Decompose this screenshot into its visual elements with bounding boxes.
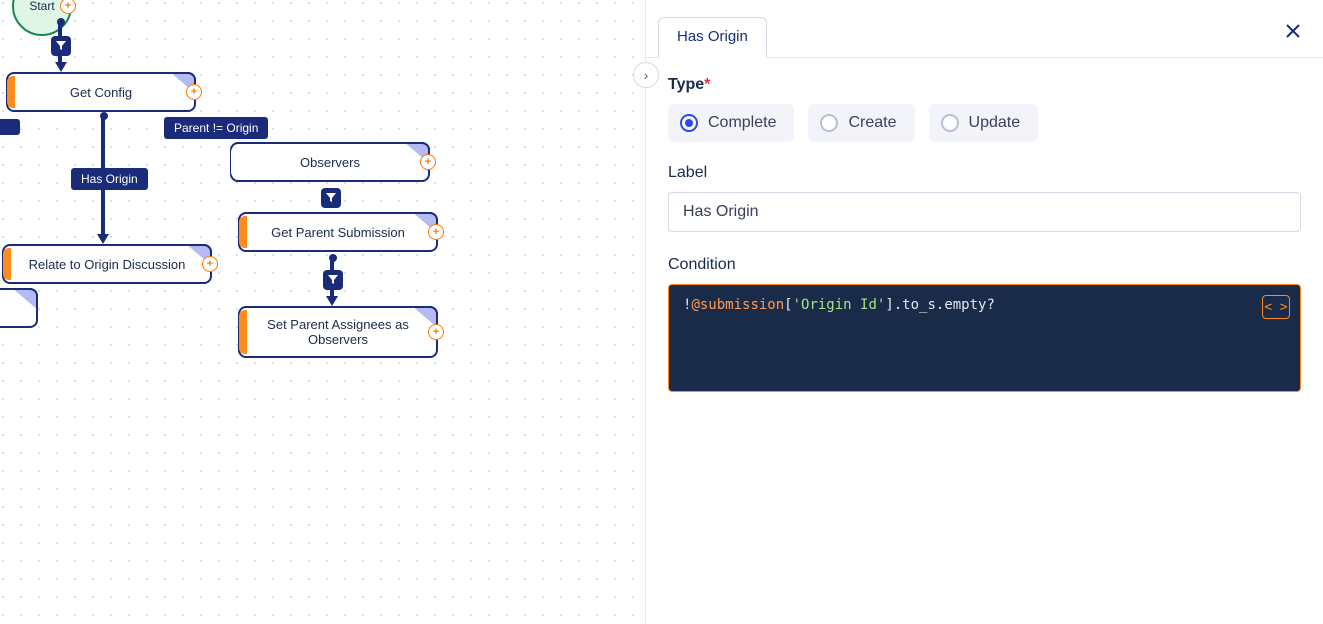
radio-icon — [820, 114, 838, 132]
type-label: Type* — [668, 76, 1301, 94]
plus-icon[interactable]: + — [428, 224, 444, 240]
radio-icon — [680, 114, 698, 132]
node-status-bar — [231, 146, 239, 178]
type-option-label: Update — [969, 114, 1021, 132]
code-toggle-button[interactable]: < > — [1262, 295, 1290, 319]
node-observers[interactable]: Observers + — [230, 142, 430, 182]
type-option-complete[interactable]: Complete — [668, 104, 794, 142]
node-label: Set Parent Assignees as Observers — [258, 317, 418, 347]
close-icon[interactable] — [1285, 22, 1301, 45]
type-label-text: Type — [668, 76, 704, 93]
node-status-bar — [3, 248, 11, 280]
node-partial[interactable] — [0, 288, 38, 328]
type-option-create[interactable]: Create — [808, 104, 914, 142]
label-input[interactable] — [668, 192, 1301, 232]
node-set-parent-assignees[interactable]: Set Parent Assignees as Observers + — [238, 306, 438, 358]
chevron-right-icon: › — [644, 67, 649, 83]
app-root: Start + Get Config + Has Origin Relate t… — [0, 0, 1323, 624]
node-status-bar — [7, 76, 15, 108]
condition-code-editor[interactable]: !@submission['Origin Id'].to_s.empty? < … — [668, 284, 1301, 392]
code-token: [ — [784, 297, 792, 313]
node-label: Relate to Origin Discussion — [29, 257, 186, 272]
node-stub — [0, 119, 20, 135]
panel-body: Type* Complete Create Update Label Condi… — [646, 58, 1323, 412]
plus-icon[interactable]: + — [428, 324, 444, 340]
plus-icon[interactable]: + — [202, 256, 218, 272]
connector-label-parent-not-origin[interactable]: Parent != Origin — [164, 117, 268, 139]
condition-label: Condition — [668, 256, 1301, 274]
plus-icon[interactable]: + — [420, 154, 436, 170]
filter-icon[interactable] — [321, 188, 341, 208]
code-token: 'Origin Id' — [793, 297, 886, 313]
node-get-config[interactable]: Get Config + — [6, 72, 196, 112]
node-status-bar — [239, 216, 247, 248]
code-token: ].to_s.empty? — [885, 297, 995, 313]
arrow-head-icon — [55, 62, 67, 72]
properties-panel: › Has Origin Type* Complete Create — [646, 0, 1323, 624]
arrow-head-icon — [326, 296, 338, 306]
type-option-update[interactable]: Update — [929, 104, 1039, 142]
required-asterisk: * — [704, 76, 710, 93]
label-field-label: Label — [668, 164, 1301, 182]
tab-bar: Has Origin — [646, 0, 1323, 58]
type-radio-group: Complete Create Update — [668, 104, 1301, 142]
workflow-canvas[interactable]: Start + Get Config + Has Origin Relate t… — [0, 0, 646, 624]
panel-collapse-handle[interactable]: › — [633, 62, 659, 88]
code-icon: < > — [1264, 300, 1287, 315]
connector-line — [330, 258, 334, 270]
type-option-label: Complete — [708, 114, 776, 132]
connector-label-has-origin[interactable]: Has Origin — [71, 168, 148, 190]
node-label: Get Parent Submission — [271, 225, 405, 240]
node-label: Observers — [300, 155, 360, 170]
plus-icon[interactable]: + — [186, 84, 202, 100]
node-corner — [12, 288, 38, 310]
tab-has-origin[interactable]: Has Origin — [658, 17, 767, 58]
arrow-head-icon — [97, 234, 109, 244]
filter-icon[interactable] — [323, 270, 343, 290]
node-get-parent-submission[interactable]: Get Parent Submission + — [238, 212, 438, 252]
radio-icon — [941, 114, 959, 132]
type-option-label: Create — [848, 114, 896, 132]
code-token: @submission — [691, 297, 784, 313]
node-status-bar — [239, 310, 247, 354]
node-label: Get Config — [70, 85, 132, 100]
node-relate-origin[interactable]: Relate to Origin Discussion + — [2, 244, 212, 284]
start-node-label: Start — [29, 0, 54, 13]
filter-icon[interactable] — [51, 36, 71, 56]
connector-line — [58, 22, 62, 36]
